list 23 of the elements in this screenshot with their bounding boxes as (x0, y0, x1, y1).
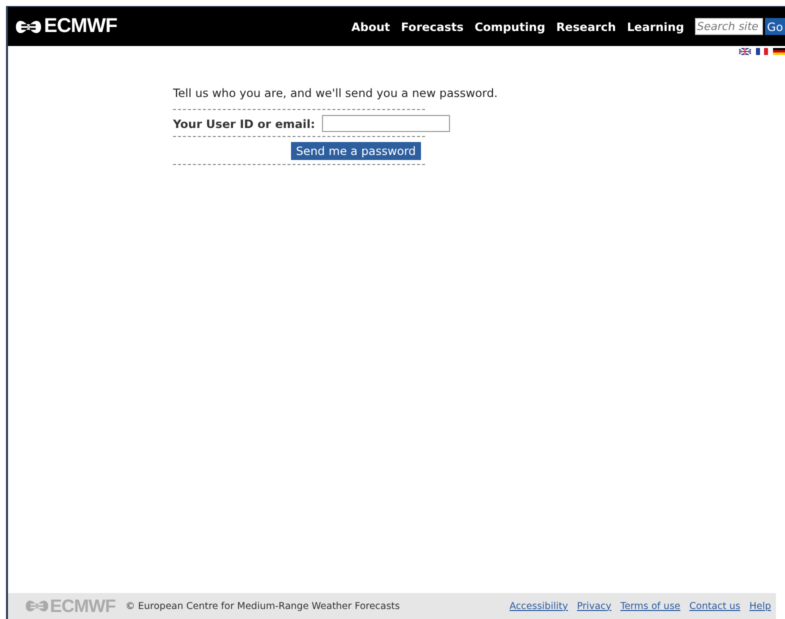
nav-link[interactable]: Computing (474, 20, 546, 34)
footer-link[interactable]: Help (749, 600, 771, 612)
nav-link[interactable]: Research (556, 20, 616, 34)
field-label: Your User ID or email: (173, 116, 316, 130)
go-button[interactable]: Go (765, 18, 785, 35)
user-id-field[interactable] (322, 115, 450, 132)
footer-link[interactable]: Accessibility (510, 600, 568, 612)
logo-text[interactable]: ECMWF (44, 15, 118, 38)
logo-icon (25, 598, 49, 614)
nav-link[interactable]: Learning (626, 20, 684, 34)
intro-text: Tell us who you are, and we'll send you a new password. (173, 86, 499, 100)
flag-icon[interactable] (756, 48, 768, 55)
nav-link[interactable]: Forecasts (401, 20, 464, 34)
search-field[interactable]: Search site (695, 18, 764, 35)
copyright-text: © European Centre for Medium-Range Weather Forecasts (125, 600, 400, 612)
flag-icon[interactable] (773, 48, 785, 55)
footer-link[interactable]: Privacy (576, 600, 612, 612)
footer-link[interactable]: Contact us (689, 600, 740, 612)
footer-link[interactable]: Terms of use (620, 600, 680, 612)
flag-icon[interactable] (739, 48, 751, 55)
send-button[interactable]: Send me a password (291, 142, 421, 160)
nav-link[interactable]: About (351, 20, 390, 34)
logo-text: ECMWF (50, 596, 116, 616)
